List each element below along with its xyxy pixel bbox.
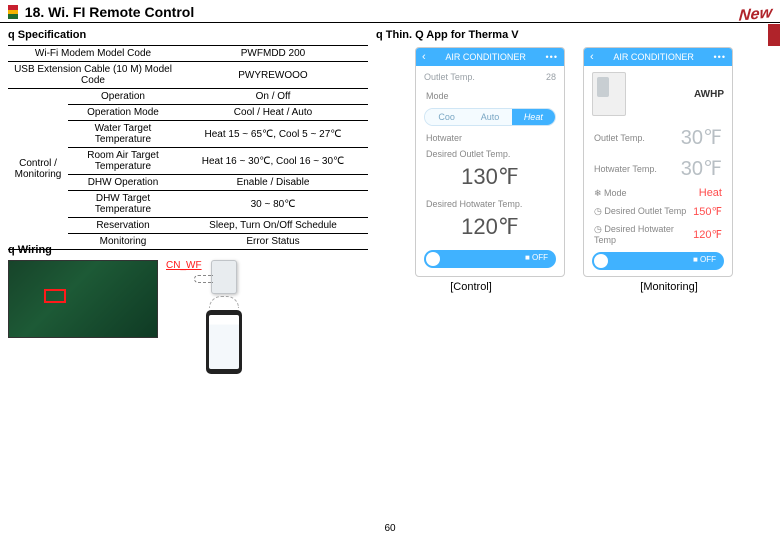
mode-label-row: Mode: [416, 88, 564, 104]
device-name: AWHP: [694, 89, 724, 100]
title-bar: 18. Wi. FI Remote Control: [0, 0, 780, 23]
mode-value: Heat: [699, 187, 722, 199]
mode-label: Mode: [604, 188, 627, 198]
phone-title: AIR CONDITIONER: [613, 52, 694, 62]
row-label: DHW Operation: [68, 175, 178, 191]
toggle-label: ■ OFF: [525, 253, 548, 262]
row-value: Heat 16 ~ 30℃, Cool 16 ~ 30℃: [178, 148, 368, 175]
row-value: Cool / Heat / Auto: [178, 105, 368, 121]
seg-heat[interactable]: Heat: [512, 109, 555, 125]
desired-hotwater-row: Desired Hotwater Temp.: [416, 196, 564, 212]
accent-strip: [768, 24, 780, 46]
row-value: Heat 15 ~ 65℃, Cool 5 ~ 27℃: [178, 121, 368, 148]
spec-table: Wi-Fi Modem Model Code PWFMDD 200 USB Ex…: [8, 45, 368, 250]
phone-top-bar: ‹ AIR CONDITIONER •••: [584, 48, 732, 66]
page-title: 18. Wi. FI Remote Control: [25, 4, 194, 20]
device-image: [592, 72, 626, 116]
hotwater-value: 30℉: [681, 156, 722, 181]
hotwater-label: Hotwater: [426, 133, 462, 143]
desired-outlet-row: Desired Outlet Temp.: [416, 146, 564, 162]
table-row: Wi-Fi Modem Model Code PWFMDD 200: [8, 46, 368, 62]
mode-label: Mode: [426, 91, 449, 101]
seg-cool[interactable]: Coo: [425, 109, 468, 125]
group-label: Control / Monitoring: [8, 89, 68, 250]
hotwater-label: Hotwater Temp.: [594, 164, 657, 174]
desired-hotwater-value: 120℉: [416, 212, 564, 246]
flag-icon: [8, 5, 18, 19]
row-label: DHW Target Temperature: [68, 191, 178, 218]
back-icon[interactable]: ‹: [422, 51, 426, 63]
more-icon[interactable]: •••: [714, 52, 726, 62]
power-toggle[interactable]: ■ OFF: [592, 252, 724, 270]
table-row: USB Extension Cable (10 M) Model Code PW…: [8, 62, 368, 89]
pcb-image: [8, 260, 158, 338]
page-number: 60: [384, 523, 395, 534]
phone-title: AIR CONDITIONER: [445, 52, 526, 62]
table-row: Control / Monitoring Operation On / Off: [8, 89, 368, 105]
sub-label: Outlet Temp.: [424, 72, 475, 82]
row-label: Wi-Fi Modem Model Code: [8, 46, 178, 62]
new-badge: New: [738, 4, 773, 25]
d-hotwater-row: ◷ Desired Hotwater Temp 120℉: [584, 221, 732, 248]
power-toggle[interactable]: ■ OFF: [424, 250, 556, 268]
outlet-label: Outlet Temp.: [594, 133, 645, 143]
toggle-label: ■ OFF: [693, 255, 716, 264]
more-icon[interactable]: •••: [546, 52, 558, 62]
row-value: PWFMDD 200: [178, 46, 368, 62]
caption-monitoring: [Monitoring]: [640, 281, 697, 293]
row-label: Operation Mode: [68, 105, 178, 121]
row-label: Room Air Target Temperature: [68, 148, 178, 175]
row-value: Sleep, Turn On/Off Schedule: [178, 218, 368, 234]
back-icon[interactable]: ‹: [590, 51, 594, 63]
sub-value: 28: [546, 72, 556, 82]
row-label: Operation: [68, 89, 178, 105]
wiring-diagram: CN_WF: [8, 260, 368, 374]
row-value: On / Off: [178, 89, 368, 105]
pcb-highlight: [44, 289, 66, 303]
wiring-header: q Wiring: [8, 244, 368, 256]
mode-row: ❄ Mode Heat: [584, 184, 732, 202]
d-outlet-value: 150℉: [693, 205, 722, 218]
outlet-temp-row: Outlet Temp. 30℉: [584, 122, 732, 153]
phone-monitoring: ‹ AIR CONDITIONER ••• AWHP Outlet Temp. …: [583, 47, 733, 277]
outlet-value: 30℉: [681, 125, 722, 150]
wifi-signal-icon: [209, 296, 239, 308]
captions: [Control] [Monitoring]: [376, 281, 772, 293]
row-label: Water Target Temperature: [68, 121, 178, 148]
hotwater-row: Hotwater: [416, 130, 564, 146]
connector-label: CN_WF: [166, 260, 202, 271]
phone-subheader: Outlet Temp. 28: [416, 66, 564, 88]
row-value: Enable / Disable: [178, 175, 368, 191]
d-hot-label: Desired Hotwater Temp: [594, 224, 674, 245]
caption-control: [Control]: [450, 281, 492, 293]
d-outlet-label: Desired Outlet Temp: [604, 206, 686, 216]
phone-top-bar: ‹ AIR CONDITIONER •••: [416, 48, 564, 66]
desired-hotwater-label: Desired Hotwater Temp.: [426, 199, 522, 209]
row-value: 30 ~ 80℃: [178, 191, 368, 218]
desired-outlet-label: Desired Outlet Temp.: [426, 149, 510, 159]
phone-control: ‹ AIR CONDITIONER ••• Outlet Temp. 28 Mo…: [415, 47, 565, 277]
mode-segmented[interactable]: Coo Auto Heat: [424, 108, 556, 126]
row-label: Reservation: [68, 218, 178, 234]
device-row: AWHP: [584, 66, 732, 122]
d-outlet-row: ◷ Desired Outlet Temp 150℉: [584, 202, 732, 221]
row-label: USB Extension Cable (10 M) Model Code: [8, 62, 178, 89]
row-value: PWYREWOOO: [178, 62, 368, 89]
phone-icon: [206, 310, 242, 374]
desired-outlet-value: 130℉: [416, 162, 564, 196]
wifi-modem-icon: [211, 260, 237, 294]
spec-header: q Specification: [8, 29, 368, 41]
hotwater-temp-row: Hotwater Temp. 30℉: [584, 153, 732, 184]
d-hot-value: 120℉: [693, 228, 722, 241]
app-header: q Thin. Q App for Therma V: [376, 29, 772, 41]
seg-auto[interactable]: Auto: [468, 109, 511, 125]
